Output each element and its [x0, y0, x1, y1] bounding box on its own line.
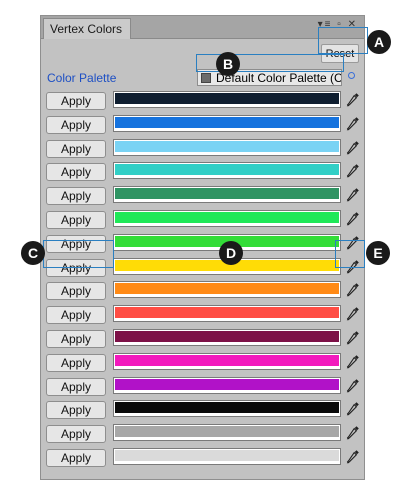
color-fill [115, 426, 339, 438]
window-tab-bar: Vertex Colors ▾≡ ▫ ✕ [41, 16, 364, 39]
apply-button[interactable]: Apply [46, 210, 106, 229]
color-swatch[interactable] [113, 91, 341, 108]
color-swatch[interactable] [113, 138, 341, 156]
apply-button[interactable]: Apply [46, 92, 106, 110]
eyedropper-icon[interactable] [346, 92, 360, 108]
eyedropper-icon[interactable] [346, 187, 360, 203]
color-swatch[interactable] [113, 209, 341, 227]
color-row: Apply [41, 209, 364, 233]
color-fill [115, 449, 339, 461]
color-swatch[interactable] [113, 352, 341, 370]
alpha-bar [115, 413, 339, 416]
alpha-bar [115, 460, 339, 463]
eyedropper-icon[interactable] [346, 330, 360, 346]
callout-a: A [367, 30, 391, 54]
color-fill [115, 378, 339, 390]
apply-button[interactable]: Apply [46, 139, 106, 158]
color-fill [115, 402, 339, 414]
color-row: Apply [41, 352, 364, 376]
apply-button[interactable]: Apply [46, 187, 106, 206]
alpha-bar [115, 127, 339, 130]
callout-e: E [366, 241, 390, 265]
eyedropper-icon[interactable] [346, 306, 360, 322]
alpha-bar [115, 151, 339, 154]
apply-button[interactable]: Apply [46, 282, 106, 301]
color-swatch[interactable] [113, 400, 341, 418]
apply-button[interactable]: Apply [46, 377, 106, 396]
color-row: Apply [41, 114, 364, 138]
eyedropper-icon[interactable] [346, 163, 360, 179]
color-fill [115, 188, 339, 200]
color-swatch[interactable] [113, 281, 341, 299]
callout-c: C [21, 241, 45, 265]
eyedropper-icon[interactable] [346, 401, 360, 417]
color-fill [115, 116, 339, 128]
tab-vertex-colors[interactable]: Vertex Colors [43, 18, 131, 39]
eyedropper-icon[interactable] [346, 140, 360, 156]
color-fill [115, 140, 339, 152]
alpha-bar [115, 365, 339, 368]
color-row: Apply [41, 423, 364, 447]
color-row: Apply [41, 185, 364, 209]
color-list: Apply Apply Apply Apply Apply Apply Apply Apply… [41, 90, 364, 471]
color-row: Apply [41, 399, 364, 423]
eyedropper-icon[interactable] [346, 378, 360, 394]
eyedropper-icon[interactable] [346, 354, 360, 370]
scriptable-object-icon [201, 73, 211, 83]
object-picker-icon[interactable] [348, 72, 355, 79]
color-swatch[interactable] [113, 114, 341, 132]
color-fill [115, 330, 339, 342]
apply-button[interactable]: Apply [46, 115, 106, 134]
eyedropper-icon[interactable] [346, 449, 360, 465]
color-swatch[interactable] [113, 328, 341, 346]
alpha-bar [115, 222, 339, 225]
apply-button[interactable]: Apply [46, 306, 106, 325]
color-row: Apply [41, 376, 364, 400]
alpha-bar [115, 389, 339, 392]
callout-box-a [318, 27, 368, 54]
color-swatch[interactable] [113, 447, 341, 465]
eyedropper-icon[interactable] [346, 116, 360, 132]
apply-button[interactable]: Apply [46, 329, 106, 348]
alpha-bar [115, 437, 339, 440]
color-palette-label: Color Palette [47, 71, 117, 85]
apply-button[interactable]: Apply [46, 163, 106, 182]
callout-box-c [43, 240, 114, 268]
color-row: Apply [41, 447, 364, 471]
color-row: Apply [41, 90, 364, 114]
alpha-bar [115, 175, 339, 178]
callout-d: D [219, 241, 243, 265]
apply-button[interactable]: Apply [46, 425, 106, 444]
color-swatch[interactable] [113, 305, 341, 323]
alpha-bar [115, 294, 339, 297]
color-fill [115, 211, 339, 223]
color-row: Apply [41, 138, 364, 162]
eyedropper-icon[interactable] [346, 211, 360, 227]
alpha-bar [115, 199, 339, 202]
color-fill [115, 307, 339, 319]
alpha-bar [115, 104, 339, 106]
color-row: Apply [41, 328, 364, 352]
color-fill [115, 283, 339, 295]
apply-button[interactable]: Apply [46, 401, 106, 420]
color-fill [115, 93, 339, 104]
apply-button[interactable]: Apply [46, 448, 106, 467]
eyedropper-icon[interactable] [346, 425, 360, 441]
alpha-bar [115, 270, 339, 273]
alpha-bar [115, 341, 339, 344]
color-fill [115, 354, 339, 366]
apply-button[interactable]: Apply [46, 353, 106, 372]
callout-box-e [335, 240, 365, 268]
color-row: Apply [41, 161, 364, 185]
color-swatch[interactable] [113, 424, 341, 442]
callout-b: B [216, 52, 240, 76]
alpha-bar [115, 318, 339, 321]
color-row: Apply [41, 304, 364, 328]
color-swatch[interactable] [113, 162, 341, 180]
eyedropper-icon[interactable] [346, 282, 360, 298]
color-swatch[interactable] [113, 376, 341, 394]
color-swatch[interactable] [113, 186, 341, 204]
color-fill [115, 164, 339, 176]
color-row: Apply [41, 280, 364, 304]
